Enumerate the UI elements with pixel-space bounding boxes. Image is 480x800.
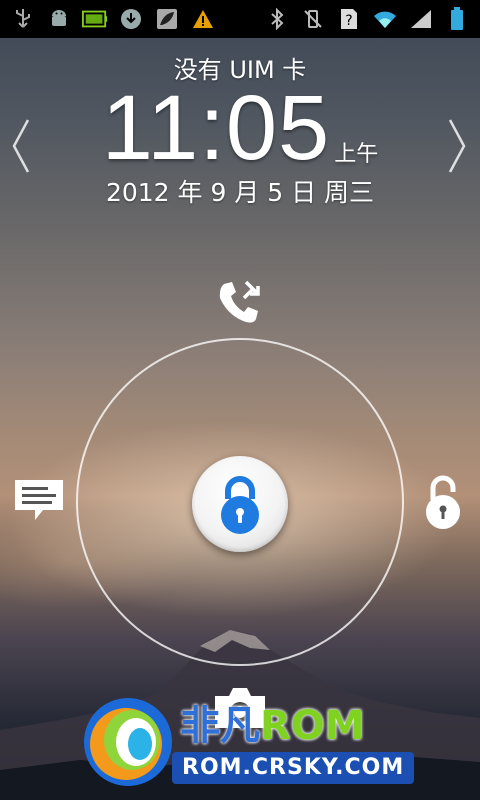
battery-level-icon xyxy=(82,7,108,31)
download-icon xyxy=(118,7,144,31)
status-bar-left xyxy=(10,7,216,31)
status-bar-right: ? xyxy=(264,7,470,31)
crsky-watermark: 非凡ROM ROM.CRSKY.COM xyxy=(80,694,416,790)
sim-unknown-icon: ? xyxy=(336,7,362,31)
usb-icon xyxy=(10,7,36,31)
date-label: 2012 年 9 月 5 日 周三 xyxy=(105,178,375,207)
crsky-logo-icon xyxy=(84,698,172,786)
clock: 11:05 上午 xyxy=(0,82,480,174)
next-page-arrow-icon[interactable] xyxy=(446,118,468,174)
signal-icon xyxy=(408,7,434,31)
android-debug-icon xyxy=(46,7,72,31)
previous-page-arrow-icon[interactable] xyxy=(10,118,32,174)
watermark-title-cn: 非凡 xyxy=(180,703,260,749)
leaf-notification-icon xyxy=(154,7,180,31)
unlock-target[interactable] xyxy=(418,472,468,532)
battery-icon xyxy=(444,7,470,31)
svg-text:?: ? xyxy=(345,13,352,29)
message-icon xyxy=(15,480,63,520)
watermark-url: ROM.CRSKY.COM xyxy=(172,752,415,784)
vibrate-icon xyxy=(300,7,326,31)
warning-icon xyxy=(190,7,216,31)
status-bar: ? xyxy=(0,0,480,38)
clock-ampm: 上午 xyxy=(334,142,379,167)
bluetooth-icon xyxy=(264,7,290,31)
phone-target[interactable] xyxy=(210,272,270,332)
watermark-title: 非凡ROM xyxy=(180,704,365,748)
watermark-title-rom: ROM xyxy=(260,703,365,749)
message-target[interactable] xyxy=(10,476,68,526)
wifi-icon xyxy=(372,7,398,31)
phone-icon xyxy=(219,280,260,323)
clock-time: 11:05 xyxy=(101,77,331,179)
unlock-icon xyxy=(426,475,460,529)
lock-icon xyxy=(221,476,259,534)
lock-handle[interactable] xyxy=(192,456,288,552)
